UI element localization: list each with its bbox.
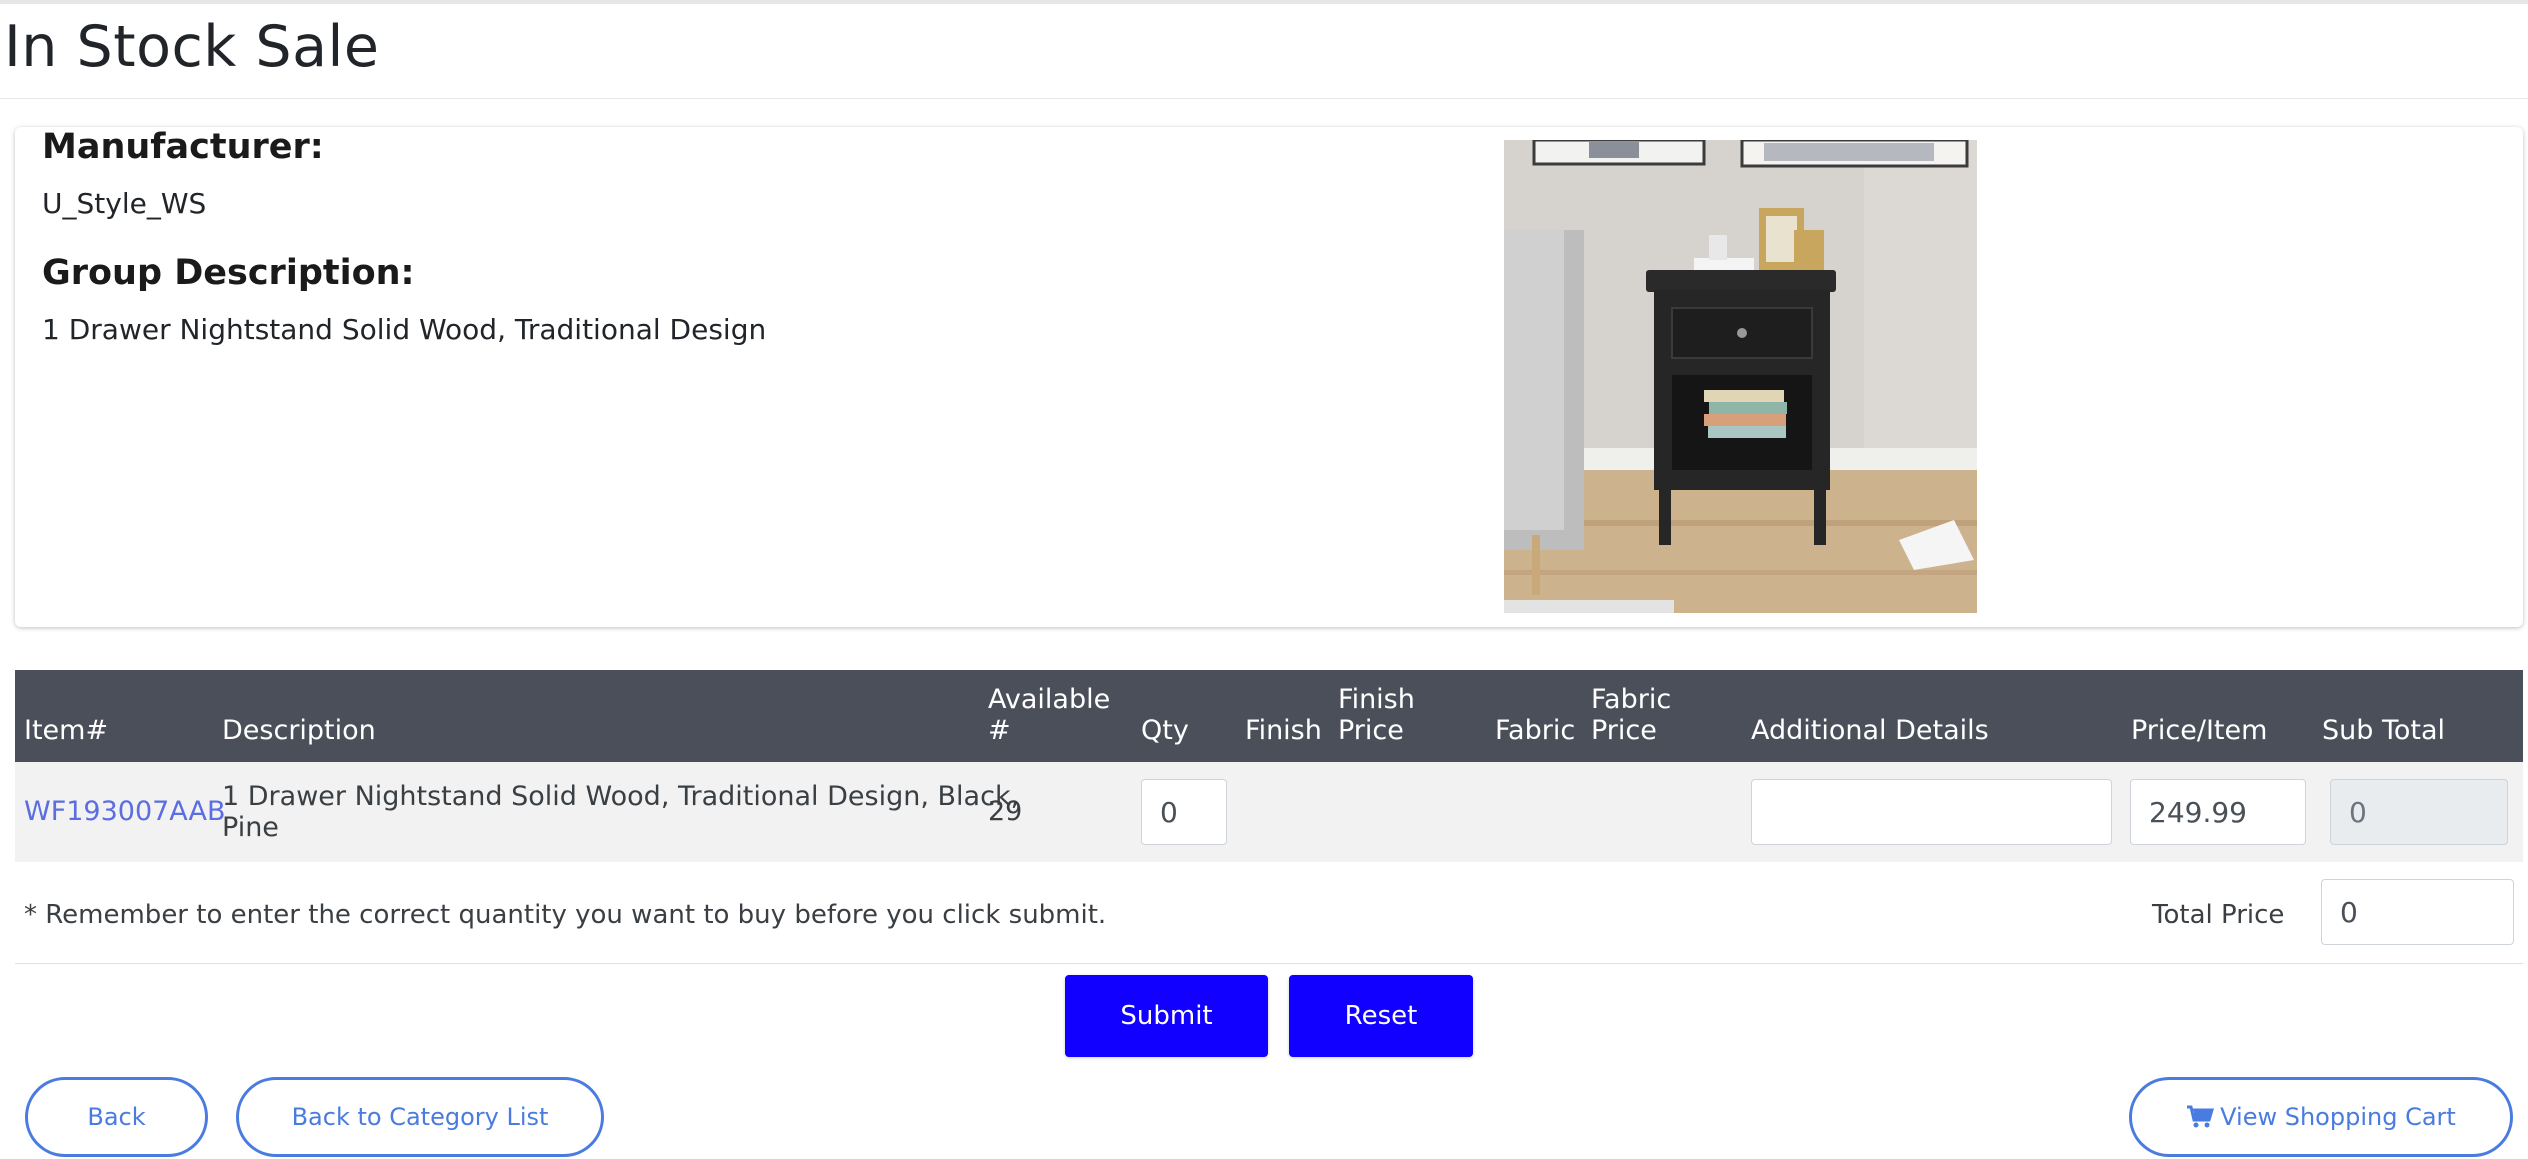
- table-row: WF193007AAB 1 Drawer Nightstand Solid Wo…: [15, 762, 2523, 862]
- col-available: Available #: [988, 684, 1111, 746]
- col-fabric: Fabric: [1495, 715, 1576, 746]
- col-qty: Qty: [1141, 715, 1189, 746]
- back-button[interactable]: Back: [25, 1077, 208, 1157]
- view-shopping-cart-label: View Shopping Cart: [2220, 1103, 2456, 1131]
- manufacturer-value: U_Style_WS: [42, 187, 207, 220]
- shopping-cart-icon: [2186, 1084, 2215, 1158]
- total-price-label: Total Price: [2152, 900, 2285, 930]
- items-table: Item# Description Available # Qty Finish…: [15, 670, 2523, 862]
- col-additional-details: Additional Details: [1751, 715, 1989, 746]
- top-border: [0, 0, 2528, 4]
- col-finish: Finish: [1245, 715, 1322, 746]
- view-shopping-cart-button[interactable]: View Shopping Cart: [2129, 1077, 2513, 1157]
- page-title: In Stock Sale: [4, 14, 380, 80]
- reset-button[interactable]: Reset: [1289, 975, 1473, 1057]
- col-finish-price: Finish Price: [1338, 684, 1415, 746]
- row-description: 1 Drawer Nightstand Solid Wood, Traditio…: [222, 781, 1020, 843]
- submit-button[interactable]: Submit: [1065, 975, 1268, 1057]
- manufacturer-label: Manufacturer:: [42, 127, 324, 167]
- group-description-label: Group Description:: [42, 253, 415, 293]
- col-item: Item#: [24, 715, 109, 746]
- table-header: Item# Description Available # Qty Finish…: [15, 670, 2523, 762]
- product-info-card: Manufacturer: U_Style_WS Group Descripti…: [15, 127, 2523, 627]
- total-price-field: [2321, 879, 2514, 945]
- price-per-item-input[interactable]: [2130, 779, 2306, 845]
- col-fabric-price: Fabric Price: [1591, 684, 1672, 746]
- total-row: * Remember to enter the correct quantity…: [15, 870, 2523, 964]
- row-available: 29: [988, 796, 1023, 827]
- col-price-item: Price/Item: [2131, 715, 2268, 746]
- quantity-reminder: * Remember to enter the correct quantity…: [24, 900, 1107, 930]
- item-number-link[interactable]: WF193007AAB: [24, 796, 226, 827]
- additional-details-input[interactable]: [1751, 779, 2112, 845]
- col-description: Description: [222, 715, 376, 746]
- title-divider: [0, 98, 2528, 99]
- group-description-value: 1 Drawer Nightstand Solid Wood, Traditio…: [42, 313, 767, 346]
- sub-total-field: [2330, 779, 2508, 845]
- product-image: [1504, 140, 1977, 613]
- qty-input[interactable]: [1141, 779, 1227, 845]
- col-sub-total: Sub Total: [2322, 715, 2446, 746]
- back-to-category-list-button[interactable]: Back to Category List: [236, 1077, 604, 1157]
